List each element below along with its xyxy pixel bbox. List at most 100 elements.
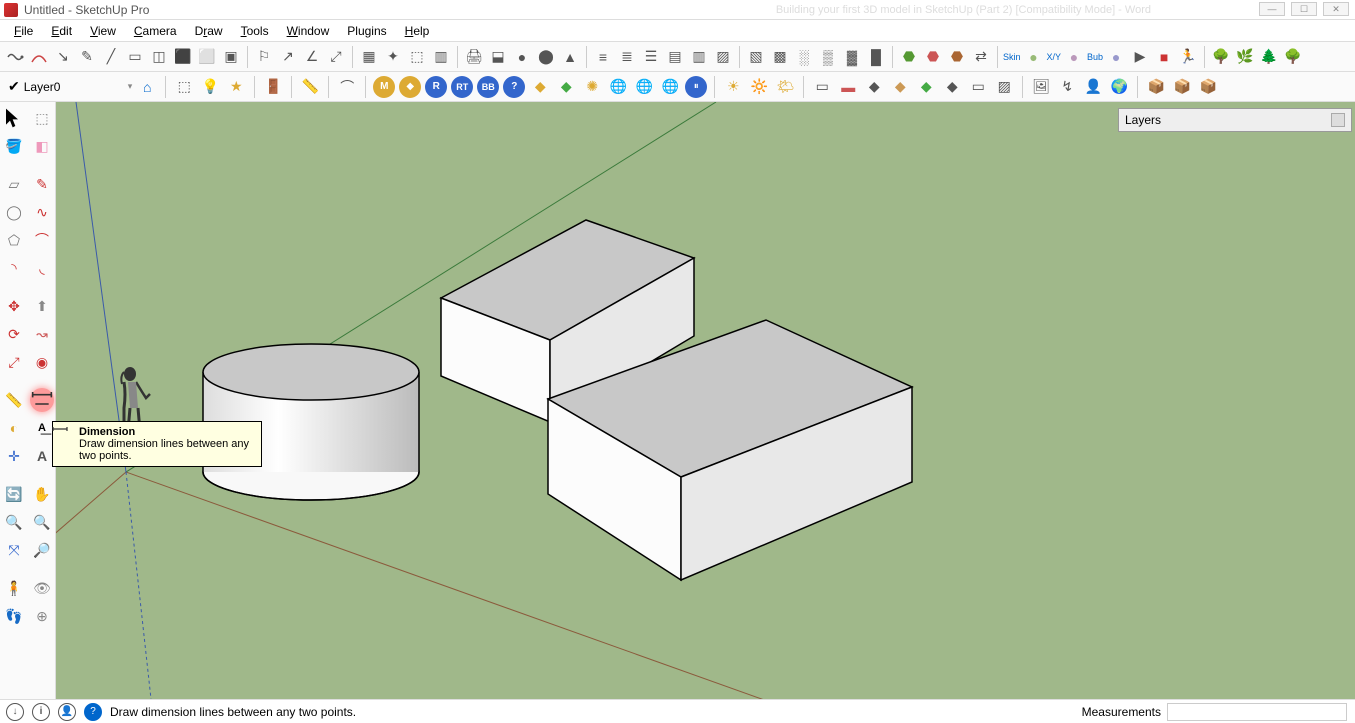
zoom-tool-icon[interactable]: 🔍 — [2, 510, 26, 534]
view1-icon[interactable]: 🖼 — [1030, 76, 1052, 98]
badge-yel-icon[interactable]: ◆ — [529, 76, 551, 98]
pushpull-tool-icon[interactable]: ⬆ — [30, 294, 54, 318]
tool-line-icon[interactable]: ╱ — [100, 46, 122, 68]
offset-tool-icon[interactable]: ◉ — [30, 350, 54, 374]
select-tool-icon[interactable] — [2, 106, 26, 130]
minimize-button[interactable]: — — [1259, 2, 1285, 16]
viewport-3d[interactable] — [56, 102, 1355, 699]
status-icon-1[interactable]: ↓ — [6, 703, 24, 721]
section-tool-icon[interactable]: ⊕ — [30, 604, 54, 628]
tool-rect-icon[interactable]: ▭ — [124, 46, 146, 68]
menu-view[interactable]: View — [82, 22, 124, 40]
badge-pause-icon[interactable]: ⏸ — [685, 76, 707, 98]
maximize-button[interactable]: ☐ — [1291, 2, 1317, 16]
badge-m-icon[interactable]: M — [373, 76, 395, 98]
tool-arc-icon[interactable] — [28, 46, 50, 68]
tool-style6-icon[interactable]: █ — [865, 46, 887, 68]
status-help-icon[interactable]: ? — [84, 703, 102, 721]
tool-bub-icon[interactable]: ● — [1105, 46, 1127, 68]
tool-layer1-icon[interactable]: ≡ — [592, 46, 614, 68]
pan-tool-icon[interactable]: ✋ — [30, 482, 54, 506]
component-tool-icon[interactable]: ⬚ — [30, 106, 54, 130]
layer-manager-icon[interactable]: ⌂ — [136, 76, 158, 98]
dimension-tool-icon[interactable] — [30, 388, 54, 412]
badge-globe3-icon[interactable]: 🌐 — [659, 76, 681, 98]
look-around-tool-icon[interactable]: 👁 — [30, 576, 54, 600]
status-icon-2[interactable]: i — [32, 703, 50, 721]
view3-icon[interactable]: 👤 — [1082, 76, 1104, 98]
tool-scale-icon[interactable]: ⤢ — [325, 46, 347, 68]
tool-ruler-icon[interactable]: 📏 — [299, 76, 321, 98]
tool-xy-icon[interactable]: ● — [1063, 46, 1085, 68]
protractor-tool-icon[interactable]: ◐ — [2, 416, 26, 440]
layer-visible-check[interactable]: ✔ — [8, 78, 20, 95]
xy-label[interactable]: X/Y — [1047, 52, 1062, 62]
tool-section-icon[interactable]: ▥ — [688, 46, 710, 68]
tool-render2-icon[interactable]: ⬣ — [922, 46, 944, 68]
eraser-tool-icon[interactable]: ◧ — [30, 134, 54, 158]
arc2-tool-icon[interactable]: ◟ — [30, 256, 54, 280]
tool-layer2-icon[interactable]: ≣ — [616, 46, 638, 68]
mat6-icon[interactable]: ◆ — [941, 76, 963, 98]
tool-style1-icon[interactable]: ▧ — [745, 46, 767, 68]
sun3-icon[interactable]: 🌤 — [774, 76, 796, 98]
tool-style2-icon[interactable]: ▩ — [769, 46, 791, 68]
scale-tool-icon[interactable]: ⤢ — [2, 350, 26, 374]
mat7-icon[interactable]: ▭ — [967, 76, 989, 98]
mat2-icon[interactable]: ▬ — [837, 76, 859, 98]
tool-style4-icon[interactable]: ▒ — [817, 46, 839, 68]
freehand-tool-icon[interactable]: ∿ — [30, 200, 54, 224]
tool-render1-icon[interactable]: ⬣ — [898, 46, 920, 68]
position-camera-tool-icon[interactable]: 🧍 — [2, 576, 26, 600]
current-layer-input[interactable] — [24, 80, 124, 94]
tool-rbox-icon[interactable]: ⬛ — [172, 46, 194, 68]
zoomprev-tool-icon[interactable]: 🔎 — [30, 538, 54, 562]
tool-stop-icon[interactable]: ■ — [1153, 46, 1175, 68]
tape-tool-icon[interactable]: 📏 — [2, 388, 26, 412]
tool-render4-icon[interactable]: ⇄ — [970, 46, 992, 68]
tool-grass-icon[interactable]: 🌿 — [1234, 46, 1256, 68]
layers-panel[interactable]: Layers — [1118, 108, 1352, 132]
tool-group-icon[interactable]: ▦ — [358, 46, 380, 68]
badge-burst-icon[interactable]: ✺ — [581, 76, 603, 98]
menu-window[interactable]: Window — [279, 22, 338, 40]
bub-label[interactable]: Bub — [1087, 52, 1103, 62]
measurements-input[interactable] — [1167, 703, 1347, 721]
box1-icon[interactable]: 📦 — [1145, 76, 1167, 98]
tool-angle-icon[interactable]: ∠ — [301, 46, 323, 68]
move-tool-icon[interactable]: ✥ — [2, 294, 26, 318]
rectangle-tool-icon[interactable]: ▱ — [2, 172, 26, 196]
line-tool-icon[interactable]: ✎ — [30, 172, 54, 196]
tool-style3-icon[interactable]: ░ — [793, 46, 815, 68]
menu-draw[interactable]: Draw — [187, 22, 231, 40]
axes-tool-icon[interactable]: ✛ — [2, 444, 26, 468]
sun1-icon[interactable]: ☀ — [722, 76, 744, 98]
tool-isocube-icon[interactable]: ▣ — [220, 46, 242, 68]
mat5-icon[interactable]: ◆ — [915, 76, 937, 98]
tool-layer3-icon[interactable]: ☰ — [640, 46, 662, 68]
tool-door-icon[interactable]: 🚪 — [262, 76, 284, 98]
mat4-icon[interactable]: ◆ — [889, 76, 911, 98]
skin-label[interactable]: Skin — [1003, 52, 1021, 62]
tool-tree1-icon[interactable]: 🌳 — [1210, 46, 1232, 68]
mat1-icon[interactable]: ▭ — [811, 76, 833, 98]
tool-print-icon[interactable]: 🖨 — [463, 46, 485, 68]
tool-style5-icon[interactable]: ▓ — [841, 46, 863, 68]
badge-grn-icon[interactable]: ◆ — [555, 76, 577, 98]
sun2-icon[interactable]: 🔆 — [748, 76, 770, 98]
tool-cube-icon[interactable]: ⬜ — [196, 46, 218, 68]
tool-star-icon[interactable]: ★ — [225, 76, 247, 98]
followme-tool-icon[interactable]: ↝ — [30, 322, 54, 346]
tool-explode-icon[interactable]: ✦ — [382, 46, 404, 68]
menu-camera[interactable]: Camera — [126, 22, 185, 40]
view2-icon[interactable]: ↯ — [1056, 76, 1078, 98]
badge-r-icon[interactable]: R — [425, 76, 447, 98]
tool-cylinder-icon[interactable]: ⬤ — [535, 46, 557, 68]
badge-bb-icon[interactable]: BB — [477, 76, 499, 98]
tool-curve-icon[interactable]: ✎ — [76, 46, 98, 68]
tool-tree3-icon[interactable]: 🌳 — [1282, 46, 1304, 68]
tool-extrude-icon[interactable]: ⬚ — [173, 76, 195, 98]
paintbucket-tool-icon[interactable]: 🪣 — [2, 134, 26, 158]
arc-tool-icon[interactable]: ⌒ — [30, 228, 54, 252]
tool-play-icon[interactable]: ▶ — [1129, 46, 1151, 68]
